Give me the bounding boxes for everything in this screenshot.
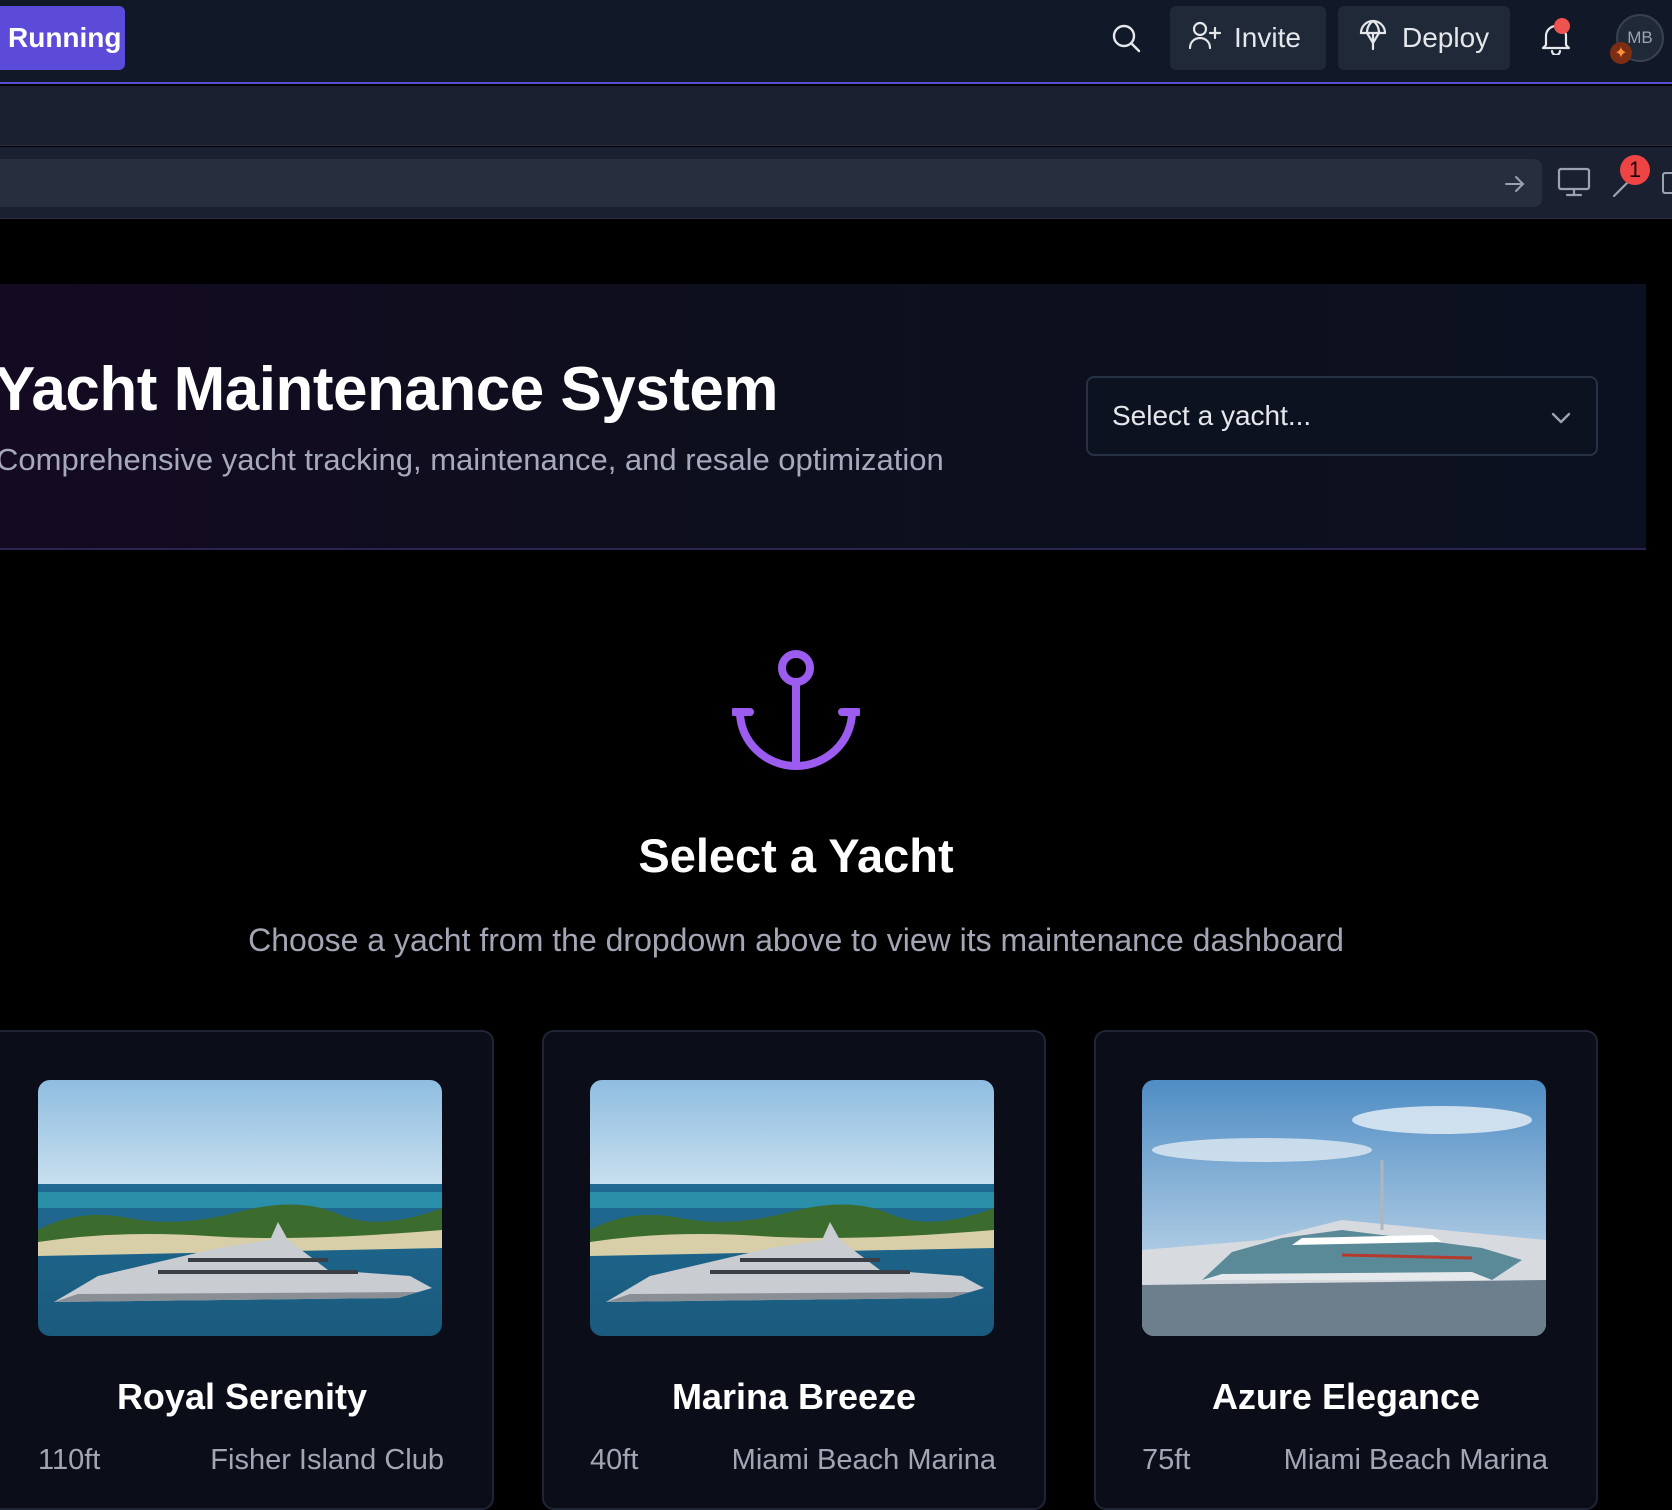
yacht-name: Azure Elegance <box>1211 1376 1481 1417</box>
deploy-label: Deploy <box>1402 22 1490 53</box>
yacht-marina: Miami Beach Marina <box>1283 1444 1548 1476</box>
empty-state-title: Select a Yacht <box>638 829 954 882</box>
notification-badge: 1 <box>1620 155 1650 185</box>
top-bar: Running Invite Deploy MB ✦ <box>0 0 1672 84</box>
panel-icon[interactable] <box>1662 172 1672 194</box>
monitor-icon[interactable] <box>1556 166 1592 198</box>
yacht-name: Marina Breeze <box>671 1376 917 1417</box>
user-plus-icon <box>1188 20 1222 57</box>
url-bar-row <box>0 147 1672 219</box>
yacht-image <box>1142 1080 1546 1336</box>
anchor-icon <box>730 648 862 772</box>
yacht-select-value: Select a yacht... <box>1112 400 1312 431</box>
deploy-button[interactable]: Deploy <box>1338 6 1510 70</box>
yacht-image <box>590 1080 994 1336</box>
page-subtitle: Comprehensive yacht tracking, maintenanc… <box>0 442 944 477</box>
yacht-name: Royal Serenity <box>116 1376 368 1417</box>
secondary-bar <box>0 86 1672 146</box>
page-title: Yacht Maintenance System <box>0 355 778 424</box>
url-input[interactable] <box>0 159 1542 207</box>
yacht-card[interactable]: Royal Serenity 110ft Fisher Island Club <box>0 1030 494 1510</box>
hero-header: Yacht Maintenance System Comprehensive y… <box>0 284 1646 550</box>
yacht-select[interactable]: Select a yacht... <box>1086 376 1598 456</box>
yacht-marina: Miami Beach Marina <box>731 1444 996 1476</box>
arrow-right-icon[interactable] <box>1500 169 1530 199</box>
sparkle-icon: ✦ <box>1610 42 1632 64</box>
chevron-down-icon <box>1550 400 1572 432</box>
running-button[interactable]: Running <box>0 6 125 70</box>
yacht-image <box>38 1080 442 1336</box>
deploy-icon <box>1358 19 1388 58</box>
yacht-card[interactable]: Marina Breeze 40ft Miami Beach Marina <box>542 1030 1046 1510</box>
invite-label: Invite <box>1234 22 1301 53</box>
yacht-length: 40ft <box>590 1444 639 1476</box>
notification-dot <box>1554 18 1570 34</box>
yacht-card[interactable]: Azure Elegance 75ft Miami Beach Marina <box>1094 1030 1598 1510</box>
invite-button[interactable]: Invite <box>1170 6 1326 70</box>
yacht-marina: Fisher Island Club <box>210 1444 444 1476</box>
search-icon[interactable] <box>1106 18 1146 58</box>
yacht-length: 75ft <box>1142 1444 1191 1476</box>
empty-state-description: Choose a yacht from the dropdown above t… <box>248 922 1344 958</box>
yacht-length: 110ft <box>38 1444 101 1476</box>
